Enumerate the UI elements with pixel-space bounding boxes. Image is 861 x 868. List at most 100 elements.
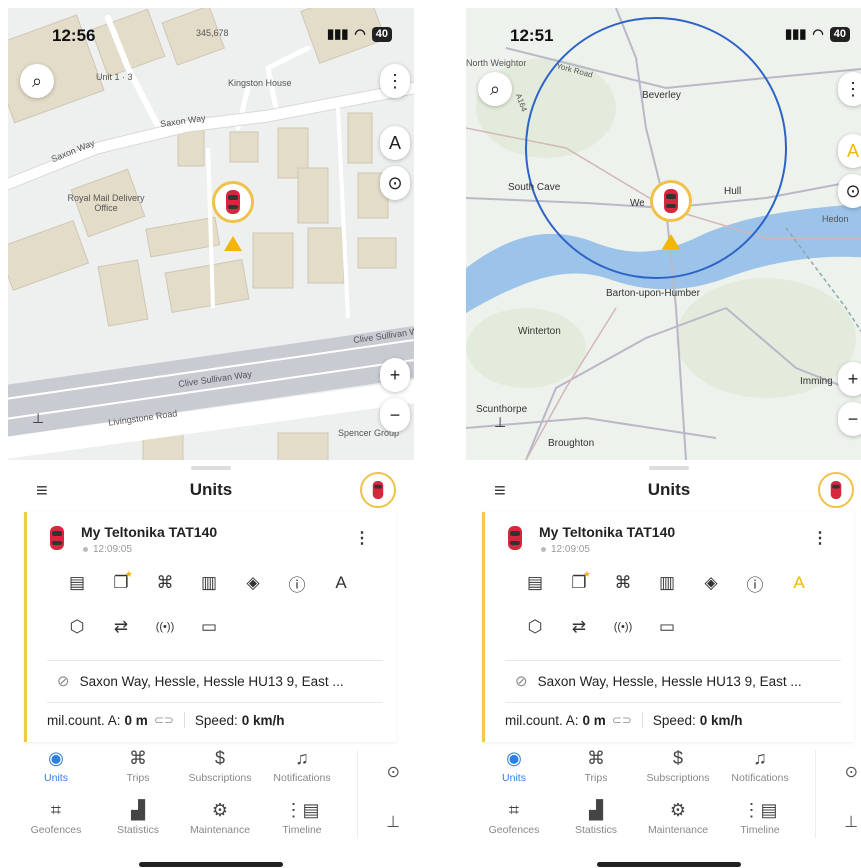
bell-icon: ♫ <box>295 748 309 768</box>
unit-card[interactable]: My Teltonika TAT140 12:09:05 ⋮ ▤ ❐ ★ ⌘ ▥ … <box>482 512 854 742</box>
navigate-button[interactable]: A <box>838 134 861 168</box>
map-menu-button[interactable]: ⋮ <box>380 64 410 98</box>
status-time: 12:56 <box>52 26 96 45</box>
car-icon <box>226 190 240 214</box>
pin-toggle-icon[interactable]: ⊥ <box>32 410 44 427</box>
vehicle-marker[interactable] <box>650 180 692 222</box>
navigation-arrow-icon[interactable]: A <box>319 568 363 598</box>
report-icon[interactable]: ▤ <box>55 568 99 598</box>
address-row: ⊘ Saxon Way, Hessle, Hessle HU13 9, East… <box>515 672 802 690</box>
zoom-in-button[interactable]: + <box>838 362 861 396</box>
map-label: South Cave <box>508 182 561 193</box>
card-settings-icon[interactable]: ▭ <box>645 612 689 642</box>
nav-maintenance[interactable]: ⚙ Maintenance <box>636 798 720 836</box>
unit-name: My Teltonika TAT140 <box>539 524 676 540</box>
document-icon[interactable]: ▥ <box>187 568 231 598</box>
search-button[interactable]: ⌕ <box>478 72 512 106</box>
navigation-arrow-icon[interactable]: A <box>777 568 821 598</box>
unit-menu-button[interactable]: ⋮ <box>812 528 828 548</box>
unit-menu-button[interactable]: ⋮ <box>354 528 370 548</box>
divider <box>47 660 383 661</box>
info-icon[interactable]: ⓘ <box>275 568 319 598</box>
pin-toggle-icon[interactable]: ⊥ <box>494 414 506 431</box>
locate-button[interactable]: ⊙ <box>380 166 410 200</box>
nav-statistics[interactable]: ▟ Statistics <box>96 798 180 836</box>
swap-icon[interactable]: ⇄ <box>99 612 143 642</box>
alert-triangle-icon[interactable] <box>224 236 242 251</box>
zoom-out-button[interactable]: − <box>838 402 861 436</box>
zoom-out-button[interactable]: − <box>380 398 410 432</box>
nav-trips[interactable]: ⌘ Trips <box>554 746 638 784</box>
unit-card[interactable]: My Teltonika TAT140 12:09:05 ⋮ ▤ ❐ ★ ⌘ ▥ … <box>24 512 396 742</box>
navigate-button[interactable]: A <box>380 126 410 160</box>
shield-icon[interactable]: ⬡ <box>513 612 557 642</box>
nav-notifications[interactable]: ♫ Notifications <box>718 746 802 784</box>
map-view[interactable]: 12:56 ▮▮▮ ◠ 40 Unit 1 · 3 Kingston House… <box>8 8 414 460</box>
nav-subscriptions[interactable]: $ Subscriptions <box>636 746 720 784</box>
home-indicator <box>597 862 741 867</box>
nav-subscriptions[interactable]: $ Subscriptions <box>178 746 262 784</box>
locate-button[interactable]: ⊙ <box>838 174 861 208</box>
nav-units[interactable]: ◉ Units <box>14 746 98 784</box>
bell-icon: ♫ <box>753 748 767 768</box>
nav-timeline[interactable]: ⋮▤ Timeline <box>260 798 344 836</box>
link-icon: ⊂⊃ <box>153 713 174 727</box>
map-label: 345,678 <box>196 28 229 38</box>
copy-star-icon[interactable]: ❐ ★ <box>557 568 601 598</box>
mileage-value: 0 m <box>582 712 606 728</box>
route-icon[interactable]: ⌘ <box>601 568 645 598</box>
zoom-in-button[interactable]: + <box>380 358 410 392</box>
street-map <box>8 8 414 460</box>
nav-maintenance[interactable]: ⚙ Maintenance <box>178 798 262 836</box>
plus-icon: + <box>389 364 401 385</box>
signal-broadcast-icon[interactable]: ((•)) <box>143 612 187 642</box>
swap-icon[interactable]: ⇄ <box>557 612 601 642</box>
copy-star-icon[interactable]: ❐ ★ <box>99 568 143 598</box>
signal-broadcast-icon[interactable]: ((•)) <box>601 612 645 642</box>
wrench-icon: ⚙ <box>211 800 229 820</box>
vehicle-marker[interactable] <box>212 181 254 223</box>
info-icon[interactable]: ⓘ <box>733 568 777 598</box>
nav-geofences[interactable]: ⌗ Geofences <box>472 798 556 836</box>
nav-units[interactable]: ◉ Units <box>472 746 556 784</box>
chart-icon: ▟ <box>131 800 145 820</box>
document-icon[interactable]: ▥ <box>645 568 689 598</box>
kebab-icon: ⋮ <box>844 78 861 99</box>
car-icon <box>507 524 523 557</box>
nav-trips[interactable]: ⌘ Trips <box>96 746 180 784</box>
status-dot <box>83 547 88 552</box>
separator <box>183 712 185 728</box>
map-label: Broughton <box>548 438 595 449</box>
map-view[interactable]: 12:51 ▮▮▮ ◠ 40 Beverley South Cave Hull … <box>466 8 861 460</box>
directions-icon[interactable]: ◈ <box>689 568 733 598</box>
car-icon <box>830 481 842 499</box>
nav-timeline[interactable]: ⋮▤ Timeline <box>718 798 802 836</box>
search-button[interactable]: ⌕ <box>20 64 54 98</box>
map-menu-button[interactable]: ⋮ <box>838 72 861 106</box>
expand-down-icon[interactable]: ⊙ <box>845 762 858 782</box>
pin-toggle-icon[interactable]: ⊥ <box>844 812 858 832</box>
nav-geofences[interactable]: ⌗ Geofences <box>14 798 98 836</box>
address-text: Saxon Way, Hessle, Hessle HU13 9, East .… <box>537 673 802 689</box>
nav-statistics[interactable]: ▟ Statistics <box>554 798 638 836</box>
focus-target-icon: ⊙ <box>387 172 403 193</box>
report-icon[interactable]: ▤ <box>513 568 557 598</box>
pin-toggle-icon[interactable]: ⊥ <box>386 812 400 832</box>
pin-icon: ◉ <box>48 748 64 768</box>
unit-avatar-button[interactable] <box>360 472 396 508</box>
alert-triangle-icon[interactable] <box>662 234 680 249</box>
battery-icon: 40 <box>829 26 850 42</box>
home-indicator <box>139 862 283 867</box>
directions-icon[interactable]: ◈ <box>231 568 275 598</box>
card-settings-icon[interactable]: ▭ <box>187 612 231 642</box>
unit-avatar-button[interactable] <box>818 472 854 508</box>
map-label: Kingston House <box>228 78 292 88</box>
focus-target-icon: ⊙ <box>845 180 861 201</box>
nav-notifications[interactable]: ♫ Notifications <box>260 746 344 784</box>
chart-icon: ▟ <box>589 800 603 820</box>
expand-down-icon[interactable]: ⊙ <box>387 762 400 782</box>
shield-icon[interactable]: ⬡ <box>55 612 99 642</box>
bottom-navigation: ◉ Units ⌘ Trips $ Subscriptions ♫ Notifi… <box>8 742 414 852</box>
location-off-icon: ⊘ <box>57 673 70 690</box>
route-icon[interactable]: ⌘ <box>143 568 187 598</box>
